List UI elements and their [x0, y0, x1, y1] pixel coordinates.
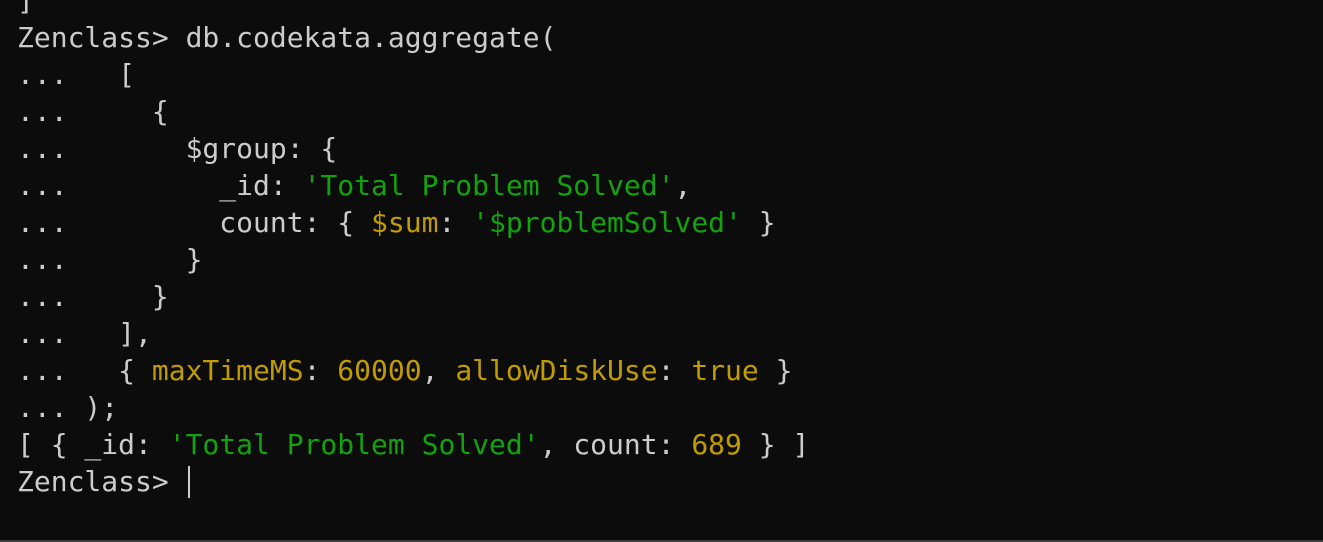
- terminal-text-segment: :: [303, 354, 338, 387]
- terminal-text-segment: :: [657, 354, 692, 387]
- terminal-line: Zenclass> db.codekata.aggregate(: [17, 19, 809, 56]
- terminal-text-segment: 60000: [337, 354, 422, 387]
- terminal-text-segment: Zenclass> db.codekata.aggregate(: [17, 21, 557, 54]
- terminal-line: ... { maxTimeMS: 60000, allowDiskUse: tr…: [17, 352, 809, 389]
- terminal-text-segment: Zenclass>: [17, 465, 186, 498]
- terminal-text-segment: }: [741, 206, 776, 239]
- terminal-line: ... count: { $sum: '$problemSolved' }: [17, 204, 809, 241]
- terminal-text-segment: ... ],: [17, 317, 152, 350]
- terminal-line: Zenclass>: [17, 463, 809, 500]
- terminal-text-segment: allowDiskUse: [455, 354, 658, 387]
- terminal-text-segment: ... }: [17, 280, 169, 313]
- terminal-text-segment: , count:: [539, 428, 692, 461]
- terminal-text-segment: true: [691, 354, 759, 387]
- terminal-text-segment: }: [758, 354, 793, 387]
- terminal-text-segment: [ { _id:: [17, 428, 169, 461]
- terminal-text-segment: '$problemSolved': [472, 206, 742, 239]
- terminal-text-segment: ... [: [17, 58, 136, 91]
- terminal-text-segment: ,: [674, 169, 692, 202]
- terminal-window[interactable]: ] Zenclass> db.codekata.aggregate( ... [..…: [0, 0, 1323, 540]
- terminal-text-segment: 689: [691, 428, 742, 461]
- terminal-line: [ { _id: 'Total Problem Solved', count: …: [17, 426, 809, 463]
- terminal-text-segment: ]: [17, 0, 34, 17]
- terminal-text-segment: ,: [421, 354, 456, 387]
- terminal-text-segment: ... }: [17, 243, 203, 276]
- terminal-text-segment: ... count: {: [17, 206, 372, 239]
- terminal-text-segment: :: [438, 206, 473, 239]
- terminal-line: ... $group: {: [17, 130, 809, 167]
- terminal-text-segment: $sum: [371, 206, 439, 239]
- terminal-line: ... ],: [17, 315, 809, 352]
- terminal-line: ... [: [17, 56, 809, 93]
- terminal-line: ... {: [17, 93, 809, 130]
- terminal-text-segment: } ]: [741, 428, 810, 461]
- terminal-text-segment: ... $group: {: [17, 132, 338, 165]
- terminal-text-segment: ... {: [17, 354, 152, 387]
- terminal-text-segment: maxTimeMS: [151, 354, 304, 387]
- terminal-line: ... );: [17, 389, 809, 426]
- terminal-line: ... }: [17, 241, 809, 278]
- terminal-line: ... }: [17, 278, 809, 315]
- terminal-text-segment: 'Total Problem Solved': [303, 169, 675, 202]
- terminal-line: ]: [17, 0, 809, 19]
- terminal-text-segment: 'Total Problem Solved': [168, 428, 540, 461]
- terminal-text-segment: ... {: [17, 95, 169, 128]
- text-cursor: [187, 466, 190, 498]
- terminal-output: ] Zenclass> db.codekata.aggregate( ... [..…: [17, 0, 809, 500]
- terminal-text-segment: ... );: [17, 391, 119, 424]
- terminal-line: ... _id: 'Total Problem Solved',: [17, 167, 809, 204]
- terminal-text-segment: ... _id:: [17, 169, 304, 202]
